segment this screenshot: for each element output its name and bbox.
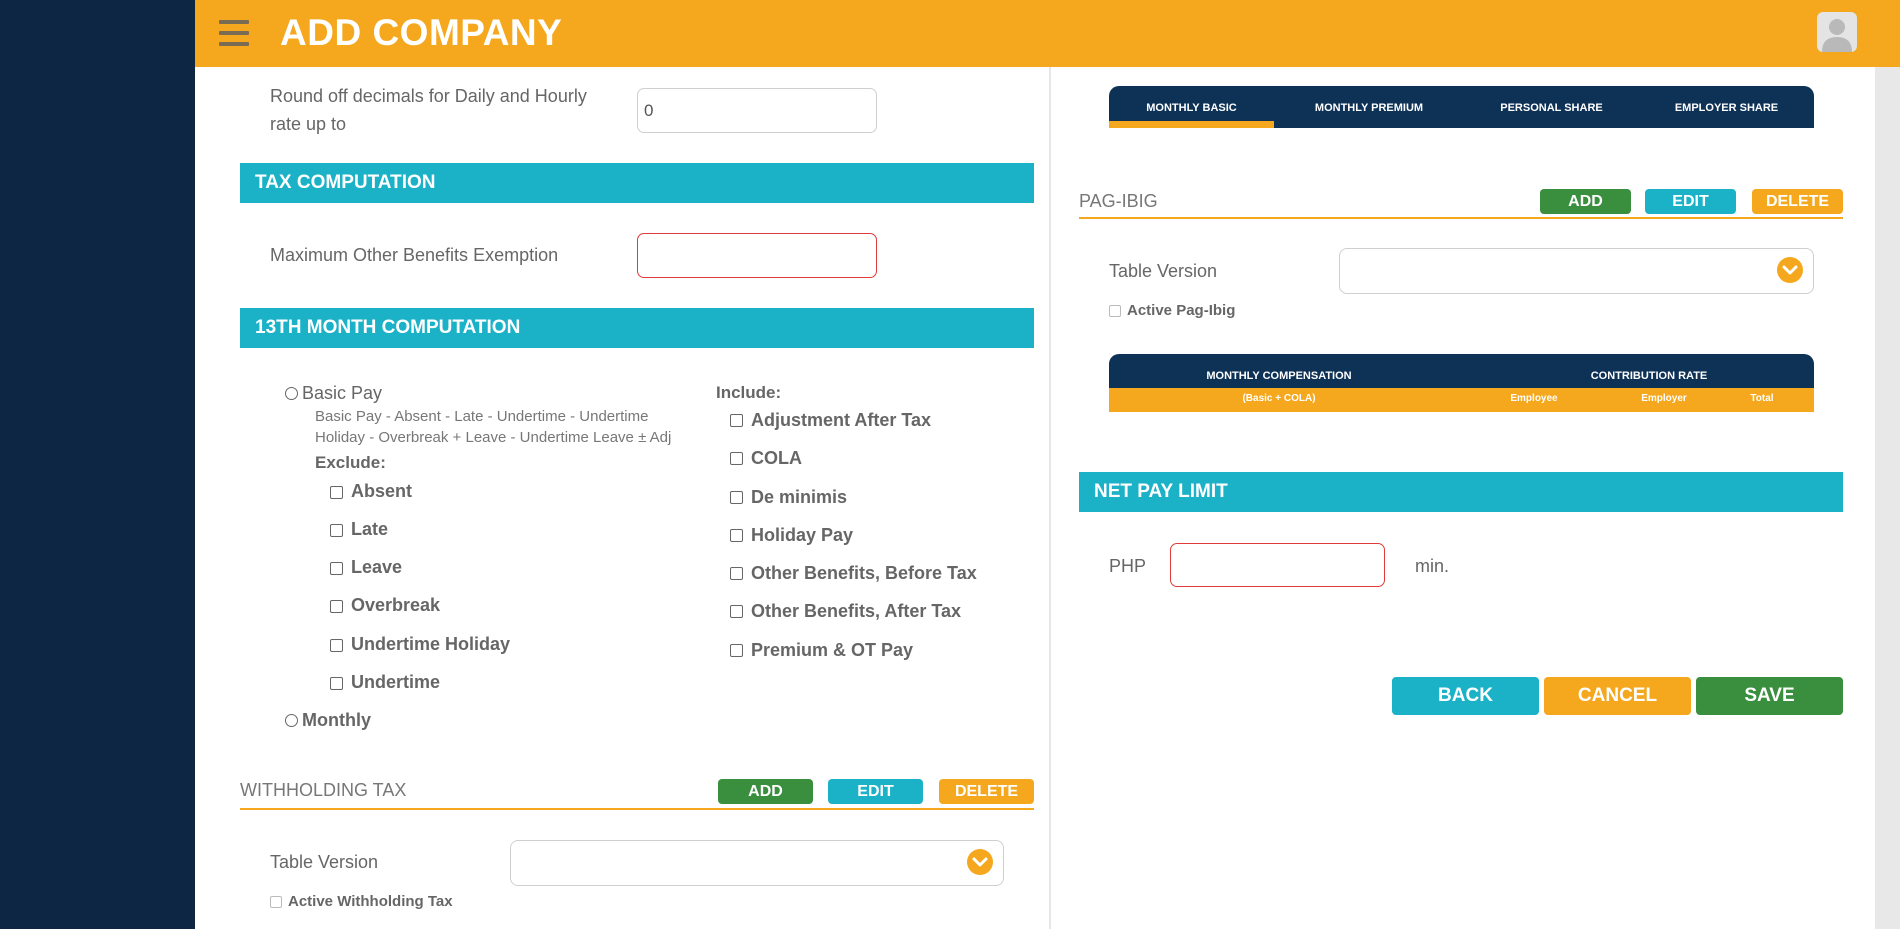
exclude-absent-label: Absent [351,481,413,501]
pagibig-title: PAG-IBIG [1079,191,1158,211]
exclude-leave-label: Leave [351,557,403,577]
exclude-undertime-label: Undertime [351,672,441,692]
save-button[interactable]: SAVE [1696,677,1843,715]
back-button[interactable]: BACK [1392,677,1539,715]
rounding-label-line1: Round off decimals for Daily and Hourly [270,86,587,106]
pagibig-table-subheader: (Basic + COLA) Employee Employer Total [1109,388,1814,412]
include-benefits-before-tax-checkbox[interactable] [730,567,743,580]
formula-line1: Basic Pay - Absent - Late - Undertime - … [315,408,649,425]
include-holiday-pay-checkbox[interactable] [730,529,743,542]
include-premium-ot-checkbox[interactable] [730,644,743,657]
tab-employer-share[interactable]: EMPLOYER SHARE [1639,86,1814,128]
withholding-add-button[interactable]: ADD [718,779,813,804]
col-monthly-compensation: MONTHLY COMPENSATION [1206,370,1352,382]
exclude-overbreak-checkbox[interactable] [330,600,343,613]
cancel-button[interactable]: CANCEL [1544,677,1691,715]
include-cola-label: COLA [751,448,802,468]
basic-pay-label: Basic Pay [302,383,383,403]
col-basic-cola: (Basic + COLA) [1242,393,1316,404]
menu-icon[interactable] [219,20,249,46]
net-pay-currency-label: PHP [1109,556,1147,576]
include-label: Include: [716,383,782,402]
exclude-late-checkbox[interactable] [330,524,343,537]
chevron-down-icon [967,849,993,875]
pagibig-table-version-select[interactable] [1339,248,1814,294]
withholding-table-version-label: Table Version [270,852,379,872]
exclude-leave-checkbox[interactable] [330,562,343,575]
col-employee: Employee [1510,393,1558,404]
pagibig-table-version-label: Table Version [1109,261,1218,281]
page-title: ADD COMPANY [280,12,563,53]
active-withholding-label: Active Withholding Tax [288,893,453,910]
include-adjustment-label: Adjustment After Tax [751,410,932,430]
monthly-radio[interactable] [285,714,298,727]
tab-monthly-premium[interactable]: MONTHLY PREMIUM [1274,86,1464,128]
contribution-tabs: MONTHLY BASIC MONTHLY PREMIUM PERSONAL S… [1109,86,1814,128]
include-adjustment-checkbox[interactable] [730,414,743,427]
tax-computation-header: TAX COMPUTATION [240,163,1034,203]
tab-personal-share[interactable]: PERSONAL SHARE [1464,86,1639,128]
include-deminimis-label: De minimis [751,487,848,507]
include-deminimis-checkbox[interactable] [730,491,743,504]
thirteenth-month-header: 13TH MONTH COMPUTATION [240,308,1034,348]
col-contribution-rate: CONTRIBUTION RATE [1590,370,1708,382]
net-pay-input[interactable] [1170,543,1385,587]
pagibig-add-button[interactable]: ADD [1540,189,1631,214]
active-pagibig-checkbox[interactable] [1109,305,1121,317]
col-total: Total [1750,393,1774,404]
exclude-undertime-checkbox[interactable] [330,677,343,690]
exclude-undertime-holiday-label: Undertime Holiday [351,634,511,654]
withholding-edit-button[interactable]: EDIT [828,779,923,804]
user-avatar-icon[interactable] [1817,12,1857,52]
exclude-label: Exclude: [315,453,386,472]
exclude-overbreak-label: Overbreak [351,595,441,615]
basic-pay-radio[interactable] [285,387,298,400]
active-pagibig-label: Active Pag-Ibig [1127,302,1236,319]
main-panel: ADD COMPANY Round off decimals for Daily… [195,0,1900,929]
include-holiday-pay-label: Holiday Pay [751,525,854,545]
exclude-undertime-holiday-checkbox[interactable] [330,639,343,652]
chevron-down-icon [1777,257,1803,283]
scrollbar-track[interactable] [1875,67,1900,929]
formula-line2: Holiday - Overbreak + Leave - Undertime … [315,429,672,446]
pagibig-edit-button[interactable]: EDIT [1645,189,1736,214]
net-pay-limit-header: NET PAY LIMIT [1079,472,1843,512]
net-pay-suffix: min. [1415,556,1450,576]
col-employer: Employer [1641,393,1687,404]
exclude-absent-checkbox[interactable] [330,486,343,499]
monthly-label: Monthly [302,710,371,730]
max-exemption-label: Maximum Other Benefits Exemption [270,245,559,265]
pagibig-table-header: MONTHLY COMPENSATION CONTRIBUTION RATE [1109,354,1814,388]
rounding-input[interactable] [637,88,877,133]
include-benefits-before-tax-label: Other Benefits, Before Tax [751,563,977,583]
include-cola-checkbox[interactable] [730,452,743,465]
tab-monthly-basic[interactable]: MONTHLY BASIC [1109,86,1274,128]
include-premium-ot-label: Premium & OT Pay [751,640,914,660]
active-withholding-checkbox[interactable] [270,896,282,908]
withholding-table-version-select[interactable] [510,840,1004,886]
pagibig-delete-button[interactable]: DELETE [1752,189,1843,214]
rounding-label-line2: rate up to [270,114,347,134]
column-divider [1049,67,1051,929]
withholding-tax-title: WITHHOLDING TAX [240,780,407,800]
include-benefits-after-tax-label: Other Benefits, After Tax [751,601,962,621]
max-exemption-input[interactable] [637,233,877,278]
withholding-delete-button[interactable]: DELETE [939,779,1034,804]
exclude-late-label: Late [351,519,389,539]
include-benefits-after-tax-checkbox[interactable] [730,605,743,618]
top-bar: ADD COMPANY [195,0,1900,67]
